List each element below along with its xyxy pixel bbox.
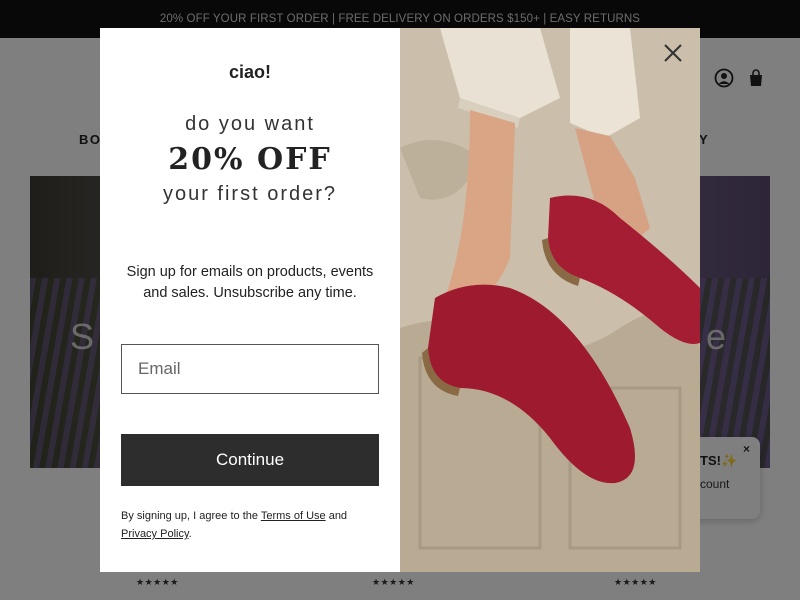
email-field[interactable] bbox=[121, 344, 379, 394]
legal-prefix: By signing up, I agree to the bbox=[121, 510, 261, 522]
signup-modal: ciao! do you want 20% OFF your first ord… bbox=[100, 28, 700, 572]
continue-button[interactable]: Continue bbox=[121, 434, 379, 486]
shoe-photo bbox=[400, 28, 700, 572]
headline-top: do you want bbox=[185, 113, 315, 135]
legal-text: By signing up, I agree to the Terms of U… bbox=[121, 507, 381, 543]
signup-form-panel: ciao! do you want 20% OFF your first ord… bbox=[100, 28, 400, 572]
promo-image bbox=[400, 28, 700, 572]
close-icon bbox=[664, 44, 682, 62]
privacy-link[interactable]: Privacy Policy bbox=[121, 528, 189, 540]
terms-link[interactable]: Terms of Use bbox=[261, 510, 326, 522]
legal-suffix: . bbox=[188, 528, 192, 540]
brand-logo: ciao! bbox=[228, 62, 271, 82]
close-modal-button[interactable] bbox=[660, 40, 686, 66]
headline-offer: 20% OFF bbox=[168, 142, 332, 177]
legal-and: and bbox=[325, 510, 348, 522]
signup-description: Sign up for emails on products, events a… bbox=[126, 264, 374, 301]
headline-bottom: your first order? bbox=[162, 183, 338, 205]
